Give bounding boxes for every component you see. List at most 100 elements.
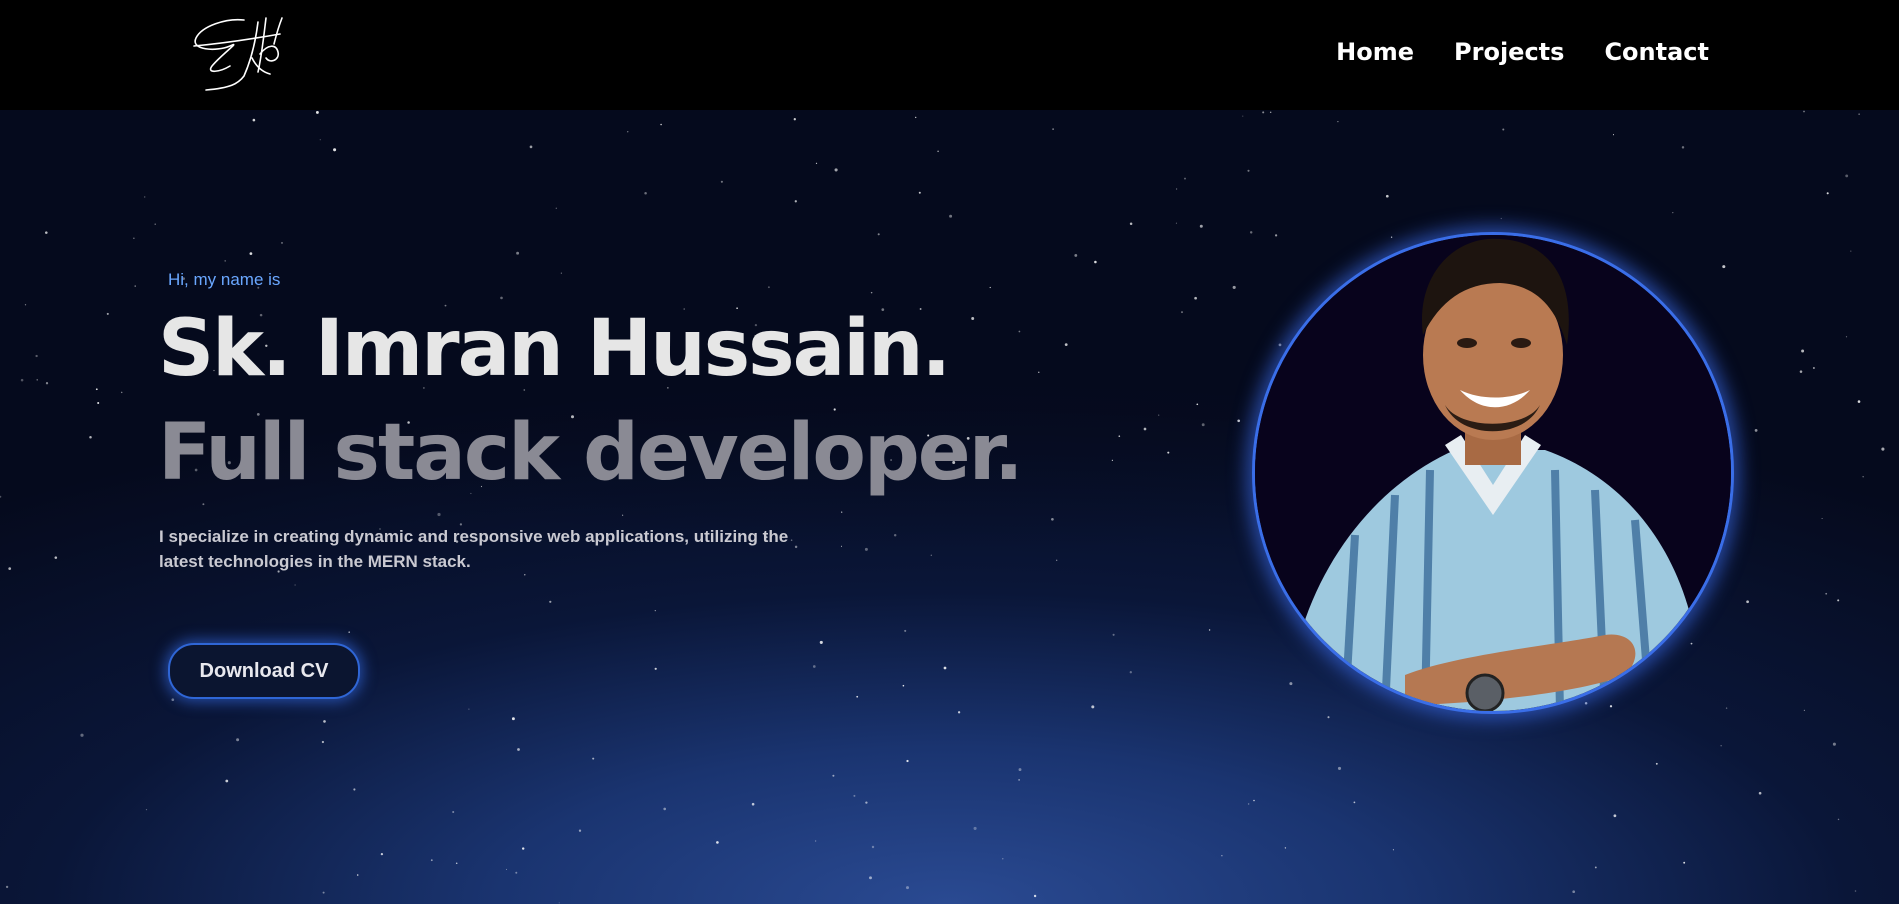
star xyxy=(468,708,470,710)
star xyxy=(294,584,296,586)
star xyxy=(814,840,817,842)
star xyxy=(793,118,796,121)
star xyxy=(1821,517,1823,520)
star xyxy=(751,802,755,806)
star xyxy=(35,354,38,358)
star xyxy=(1018,779,1020,781)
star xyxy=(80,733,84,737)
star xyxy=(1881,447,1885,451)
star xyxy=(558,902,560,904)
star xyxy=(1118,435,1121,438)
star xyxy=(893,534,897,537)
star xyxy=(252,118,256,122)
star xyxy=(1392,849,1394,851)
star xyxy=(720,180,723,183)
star xyxy=(1074,253,1078,257)
star xyxy=(989,286,991,289)
star xyxy=(202,503,205,506)
star xyxy=(1247,169,1250,172)
download-cv-button[interactable]: Download CV xyxy=(168,643,360,699)
star xyxy=(1854,890,1857,892)
star xyxy=(716,841,719,844)
star xyxy=(869,876,872,880)
star xyxy=(1390,236,1393,238)
star xyxy=(1754,428,1758,432)
star xyxy=(1850,250,1852,252)
star xyxy=(1038,371,1040,373)
star xyxy=(1094,260,1097,264)
star xyxy=(505,868,508,870)
star xyxy=(915,116,917,119)
star xyxy=(1278,343,1282,347)
nav-link-contact[interactable]: Contact xyxy=(1604,38,1709,66)
star xyxy=(1720,745,1722,747)
star xyxy=(95,388,98,391)
star xyxy=(1858,113,1860,115)
star xyxy=(1826,192,1829,195)
star xyxy=(856,695,859,698)
star xyxy=(592,757,595,760)
star xyxy=(1385,194,1389,198)
star xyxy=(1221,855,1223,857)
star xyxy=(930,554,932,556)
star xyxy=(971,317,975,320)
star xyxy=(1247,803,1250,805)
star xyxy=(333,148,337,152)
star xyxy=(654,610,656,612)
star xyxy=(877,233,880,236)
star xyxy=(145,809,148,811)
hero-role: Full stack developer. xyxy=(158,408,1024,498)
star xyxy=(20,378,24,382)
star xyxy=(1845,174,1849,178)
star xyxy=(1655,762,1658,765)
star xyxy=(1609,705,1613,708)
star xyxy=(437,512,441,517)
star xyxy=(517,748,520,751)
star xyxy=(171,698,175,702)
star xyxy=(1181,311,1183,314)
star xyxy=(1681,146,1685,149)
star xyxy=(1129,222,1133,226)
star xyxy=(1143,427,1147,431)
star xyxy=(622,514,624,516)
star xyxy=(853,794,856,797)
star xyxy=(1284,847,1287,849)
star xyxy=(1208,629,1211,631)
signature-logo-icon[interactable] xyxy=(186,14,296,94)
star xyxy=(654,667,657,670)
star xyxy=(1746,600,1749,604)
star xyxy=(45,231,48,234)
star xyxy=(1262,111,1265,114)
star xyxy=(356,874,359,876)
star xyxy=(870,291,873,294)
star xyxy=(943,666,947,670)
navbar: Home Projects Contact xyxy=(0,0,1899,110)
star xyxy=(560,272,562,274)
star xyxy=(455,862,458,865)
star xyxy=(644,191,647,195)
star xyxy=(1249,231,1253,234)
star xyxy=(937,150,939,153)
star xyxy=(315,110,319,114)
star xyxy=(549,600,552,603)
star xyxy=(663,807,667,811)
star xyxy=(905,886,910,890)
nav-link-projects[interactable]: Projects xyxy=(1454,38,1564,66)
star xyxy=(89,436,92,439)
star xyxy=(1683,861,1686,864)
star xyxy=(281,242,283,244)
nav-link-home[interactable]: Home xyxy=(1336,38,1414,66)
star xyxy=(1112,633,1115,636)
star xyxy=(1129,671,1132,674)
profile-photo-icon xyxy=(1252,232,1734,714)
star xyxy=(832,774,835,777)
star xyxy=(380,852,384,856)
star xyxy=(864,547,868,551)
star xyxy=(1056,559,1058,561)
star xyxy=(36,379,38,381)
hero-bio: I specialize in creating dynamic and res… xyxy=(159,527,789,571)
star xyxy=(1572,890,1576,894)
star xyxy=(1158,414,1160,416)
star xyxy=(1803,110,1805,113)
star xyxy=(819,640,823,644)
